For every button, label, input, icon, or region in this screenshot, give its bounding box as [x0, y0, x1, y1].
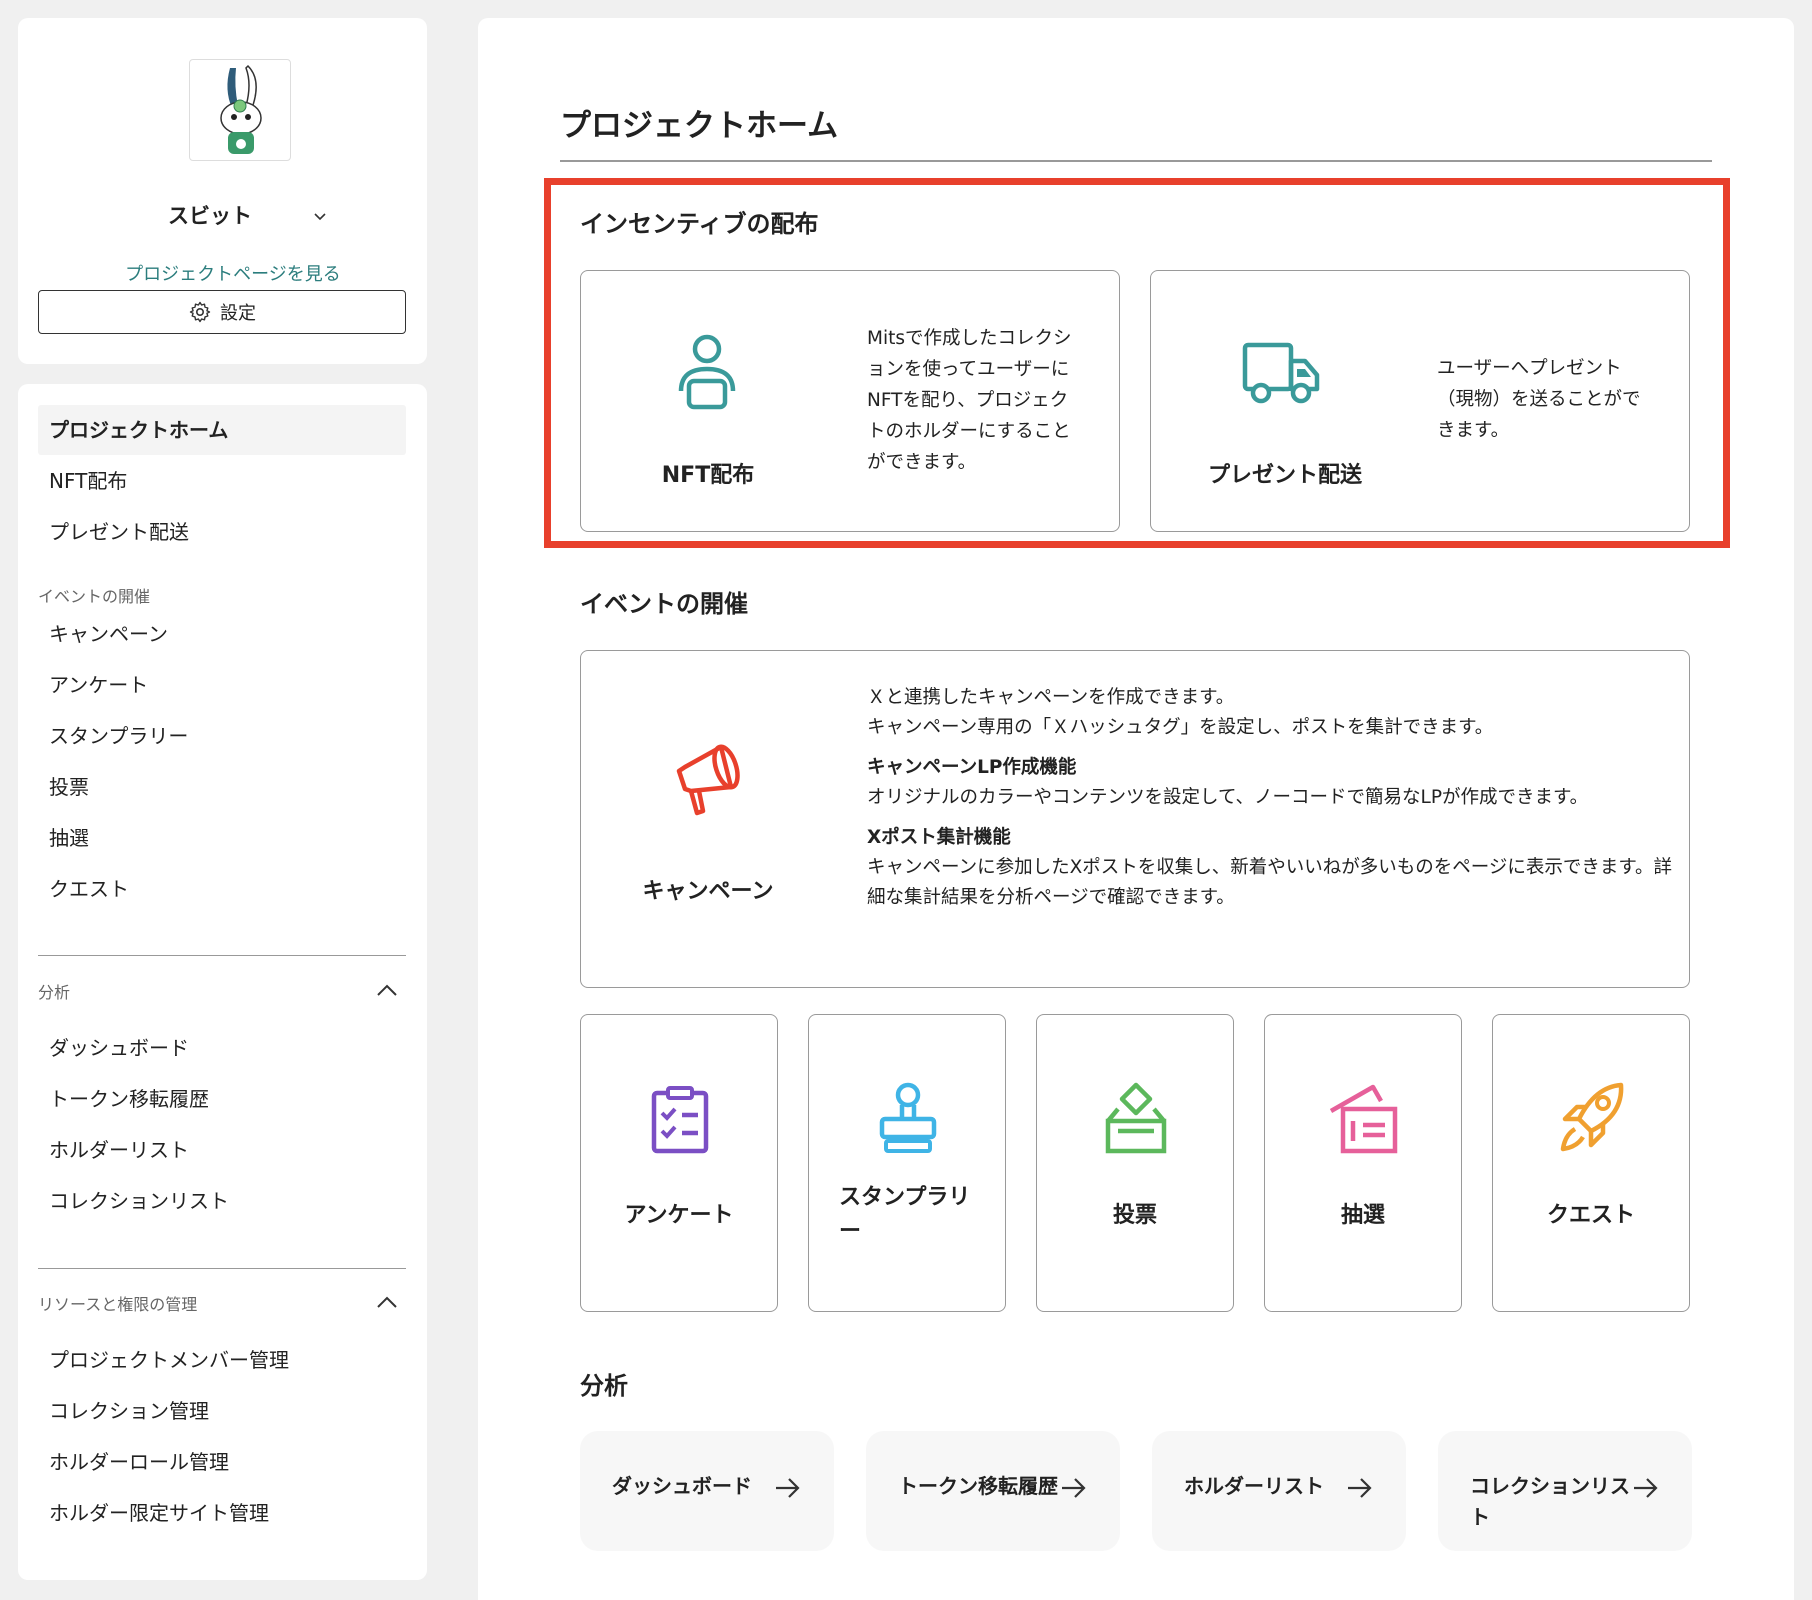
analytics-button-label: コレクションリスト [1470, 1474, 1630, 1529]
settings-button[interactable]: 設定 [38, 290, 406, 334]
lottery-ticket-icon [1329, 1084, 1398, 1154]
analytics-dashboard-button[interactable]: ダッシュボード [580, 1431, 834, 1551]
campaign-lp-heading: キャンペーンLP作成機能 [867, 757, 1077, 778]
sidebar-item-present[interactable]: プレゼント配送 [38, 507, 406, 557]
section-title-incentive: インセンティブの配布 [580, 210, 819, 238]
campaign-card-desc: Ｘと連携したキャンペーンを作成できます。 キャンペーン専用の「Ｘハッシュタグ」を… [867, 683, 1677, 913]
project-avatar [189, 59, 291, 161]
quest-card[interactable]: クエスト [1492, 1014, 1690, 1312]
present-delivery-card[interactable]: プレゼント配送 ユーザーへプレゼント（現物）を送ることができます。 [1150, 270, 1690, 532]
vote-card[interactable]: 投票 [1036, 1014, 1234, 1312]
sidebar-item-survey[interactable]: アンケート [38, 660, 406, 710]
truck-icon [1242, 342, 1320, 404]
lottery-card-label: 抽選 [1340, 1203, 1385, 1228]
project-switcher[interactable]: スビット [18, 196, 427, 236]
campaign-lp-desc: オリジナルのカラーやコンテンツを設定して、ノーコードで簡易なLPが作成できます。 [867, 787, 1589, 808]
sidebar-item-collection-mgmt[interactable]: コレクション管理 [38, 1386, 406, 1436]
analytics-holder-list-button[interactable]: ホルダーリスト [1152, 1431, 1406, 1551]
sidebar-item-token-history[interactable]: トークン移転履歴 [38, 1074, 406, 1124]
ballot-box-icon [1105, 1082, 1167, 1154]
analytics-token-history-button[interactable]: トークン移転履歴 [866, 1431, 1120, 1551]
rocket-icon [1560, 1082, 1624, 1152]
nft-card-label: NFT配布 [661, 463, 755, 488]
survey-card[interactable]: アンケート [580, 1014, 778, 1312]
analytics-button-label: トークン移転履歴 [898, 1474, 1058, 1498]
stamp-rally-card-label: スタンプラリー [839, 1185, 971, 1244]
sidebar-section-analytics: 分析 [38, 983, 71, 1002]
sidebar-item-quest[interactable]: クエスト [38, 864, 406, 914]
nft-card-desc: Mitsで作成したコレクションを使ってユーザーにNFTを配り、プロジェクトのホル… [867, 328, 1072, 473]
survey-card-label: アンケート [624, 1203, 734, 1228]
campaign-card[interactable]: キャンペーン Ｘと連携したキャンペーンを作成できます。 キャンペーン専用の「Ｘハ… [580, 650, 1690, 988]
clipboard-icon [651, 1086, 709, 1154]
title-divider [560, 160, 1712, 162]
campaign-card-label: キャンペーン [642, 879, 774, 904]
sidebar-item-holder-role-mgmt[interactable]: ホルダーロール管理 [38, 1437, 406, 1487]
section-title-events: イベントの開催 [580, 590, 748, 618]
arrow-right-icon [1062, 1478, 1086, 1498]
nft-distribution-card[interactable]: NFT配布 Mitsで作成したコレクションを使ってユーザーにNFTを配り、プロジ… [580, 270, 1120, 532]
chevron-up-icon[interactable] [376, 983, 398, 997]
quest-card-label: クエスト [1546, 1203, 1635, 1228]
sidebar-item-stamp-rally[interactable]: スタンプラリー [38, 711, 406, 761]
sidebar-item-lottery[interactable]: 抽選 [38, 813, 406, 863]
analytics-button-label: ダッシュボード [612, 1474, 752, 1498]
sidebar-item-holder-site-mgmt[interactable]: ホルダー限定サイト管理 [38, 1488, 406, 1538]
sidebar-item-project-home[interactable]: プロジェクトホーム [38, 405, 406, 455]
sidebar-divider [38, 1268, 406, 1269]
present-card-label: プレゼント配送 [1207, 463, 1362, 488]
chevron-up-icon[interactable] [376, 1295, 398, 1309]
sidebar-item-campaign[interactable]: キャンペーン [38, 609, 406, 659]
analytics-button-label: ホルダーリスト [1184, 1474, 1324, 1498]
arrow-right-icon [1348, 1478, 1372, 1498]
section-title-analytics: 分析 [580, 1372, 628, 1400]
sidebar-section-events: イベントの開催 [38, 587, 151, 606]
project-profile-card: スビット プロジェクトページを見る 設定 [18, 18, 427, 364]
sidebar-item-holder-list[interactable]: ホルダーリスト [38, 1125, 406, 1175]
arrow-right-icon [776, 1478, 800, 1498]
arrow-right-icon [1634, 1478, 1658, 1498]
megaphone-icon [676, 744, 740, 816]
sidebar-divider [38, 955, 406, 956]
campaign-desc-line: キャンペーン専用の「Ｘハッシュタグ」を設定し、ポストを集計できます。 [867, 717, 1494, 738]
campaign-agg-heading: Xポスト集計機能 [867, 827, 1011, 848]
lottery-card[interactable]: 抽選 [1264, 1014, 1462, 1312]
sidebar-item-nft[interactable]: NFT配布 [38, 456, 406, 506]
person-icon [678, 334, 736, 410]
campaign-desc-line: Ｘと連携したキャンペーンを作成できます。 [867, 687, 1235, 708]
project-page-link[interactable]: プロジェクトページを見る [113, 260, 353, 291]
project-name: スビット [168, 204, 252, 228]
sidebar-item-dashboard[interactable]: ダッシュボード [38, 1023, 406, 1073]
chevron-down-icon [314, 213, 326, 221]
vote-card-label: 投票 [1112, 1203, 1157, 1228]
settings-label: 設定 [220, 303, 256, 323]
gear-icon [189, 301, 211, 323]
sidebar-section-resources: リソースと権限の管理 [38, 1295, 198, 1314]
stamp-icon [879, 1082, 937, 1153]
sidebar-nav: プロジェクトホーム NFT配布 プレゼント配送 イベントの開催 キャンペーン ア… [18, 384, 427, 1580]
sidebar-item-vote[interactable]: 投票 [38, 762, 406, 812]
campaign-agg-desc: キャンペーンに参加したXポストを収集し、新着やいいねが多いものをページに表示でき… [867, 857, 1673, 908]
main-content: プロジェクトホーム インセンティブの配布 NFT配布 Mitsで作成したコレクシ… [478, 18, 1794, 1600]
page-title: プロジェクトホーム [560, 108, 839, 144]
present-card-desc: ユーザーへプレゼント（現物）を送ることができます。 [1437, 358, 1641, 441]
sidebar-item-collection-list[interactable]: コレクションリスト [38, 1176, 406, 1226]
analytics-collection-list-button[interactable]: コレクションリスト [1438, 1431, 1692, 1551]
stamp-rally-card[interactable]: スタンプラリー [808, 1014, 1006, 1312]
sidebar-item-member-mgmt[interactable]: プロジェクトメンバー管理 [38, 1335, 406, 1385]
